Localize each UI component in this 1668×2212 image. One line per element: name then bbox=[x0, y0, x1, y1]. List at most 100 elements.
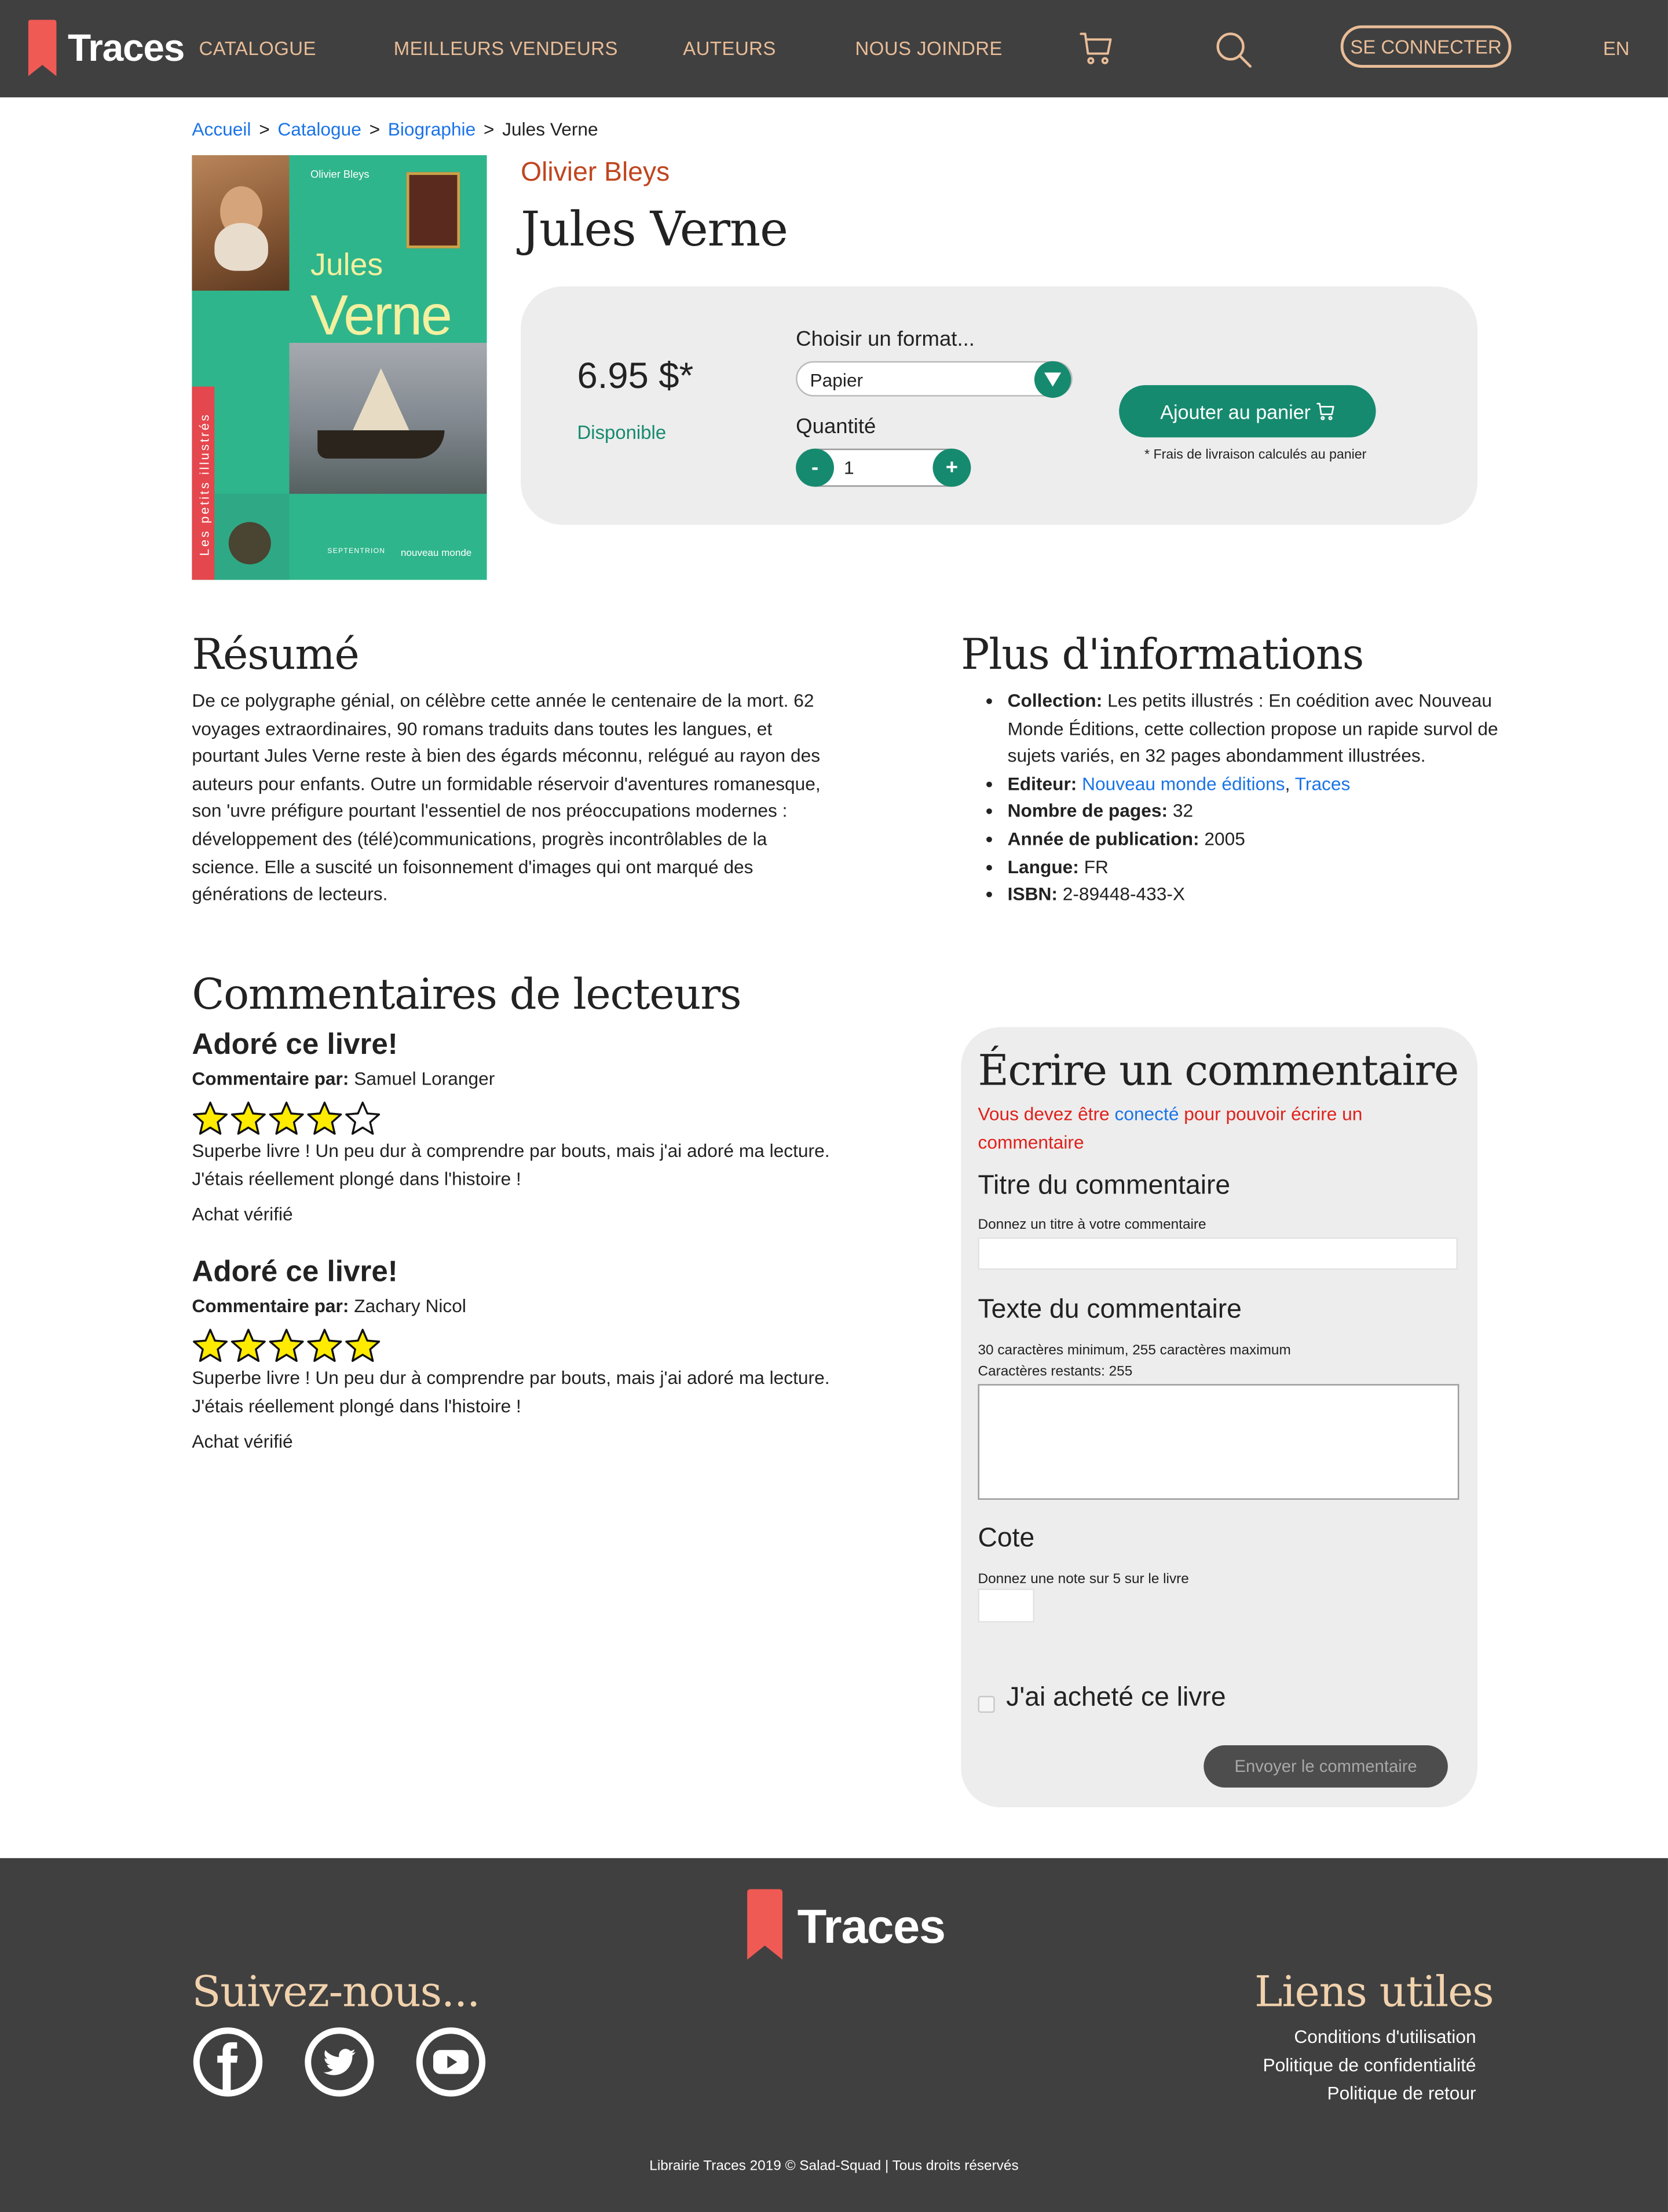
price: 6.95 $* bbox=[577, 354, 694, 397]
star-filled-icon bbox=[269, 1101, 304, 1135]
breadcrumb-separator: > bbox=[483, 118, 495, 140]
footer-link-privacy[interactable]: Politique de confidentialité bbox=[1263, 2054, 1476, 2076]
review-item: Adoré ce livre! Commentaire par: Samuel … bbox=[192, 1028, 841, 1225]
copyright: Librairie Traces 2019 © Salad-Squad | To… bbox=[649, 2158, 1019, 2174]
info-year: Année de publication: 2005 bbox=[1008, 825, 1530, 853]
book-title: Jules Verne bbox=[521, 202, 788, 258]
review-author: Samuel Loranger bbox=[354, 1068, 495, 1089]
review-author: Zachary Nicol bbox=[354, 1295, 466, 1317]
resume-heading: Résumé bbox=[192, 631, 359, 680]
search-icon[interactable] bbox=[1215, 31, 1252, 75]
add-to-cart-label: Ajouter au panier bbox=[1160, 400, 1311, 423]
cover-publisher-nouveau-monde: nouveau monde bbox=[400, 548, 472, 559]
quantity-label: Quantité bbox=[796, 415, 876, 439]
breadcrumb-biography[interactable]: Biographie bbox=[388, 119, 475, 140]
language-switch[interactable]: EN bbox=[1603, 38, 1630, 60]
comment-text-limits: 30 caractères minimum, 255 caractères ma… bbox=[978, 1343, 1291, 1359]
facebook-icon[interactable] bbox=[193, 2027, 263, 2097]
logo-wordmark: Traces bbox=[67, 26, 185, 69]
info-collection-label: Collection: bbox=[1007, 690, 1103, 711]
verified-purchase: Achat vérifié bbox=[192, 1203, 293, 1225]
cover-book-thumbnail bbox=[406, 172, 460, 248]
comment-title-label: Titre du commentaire bbox=[978, 1171, 1231, 1201]
book-author[interactable]: Olivier Bleys bbox=[521, 158, 670, 189]
purchased-checkbox-label[interactable]: J'ai acheté ce livre bbox=[1006, 1683, 1226, 1715]
nav-authors[interactable]: AUTEURS bbox=[683, 38, 776, 60]
cover-publisher-septentrion: SEPTENTRION bbox=[327, 547, 386, 556]
purchased-checkbox[interactable] bbox=[978, 1695, 995, 1713]
cover-title-line2: Verne bbox=[310, 285, 452, 347]
cover-ship-illustration bbox=[289, 343, 487, 494]
star-filled-icon bbox=[307, 1328, 342, 1362]
comment-title-hint: Donnez un titre à votre commentaire bbox=[978, 1217, 1206, 1233]
rating-input[interactable] bbox=[978, 1588, 1034, 1623]
traces-logo[interactable]: Traces bbox=[28, 20, 185, 76]
login-link[interactable]: conecté bbox=[1114, 1103, 1179, 1125]
star-filled-icon bbox=[193, 1328, 228, 1362]
star-filled-icon bbox=[307, 1101, 342, 1135]
login-required-warning: Vous devez être conecté pour pouvoir écr… bbox=[978, 1100, 1401, 1156]
chevron-down-icon[interactable] bbox=[1034, 361, 1071, 398]
quantity-decrease-button[interactable]: - bbox=[796, 448, 834, 487]
footer-logo[interactable]: Traces bbox=[747, 1888, 946, 1962]
star-filled-icon bbox=[231, 1328, 266, 1362]
cover-title-line1: Jules bbox=[310, 247, 383, 283]
quantity-stepper[interactable]: - 1 + bbox=[796, 448, 971, 487]
star-empty-icon bbox=[345, 1101, 381, 1135]
breadcrumb-catalogue[interactable]: Catalogue bbox=[277, 119, 361, 140]
add-to-cart-button[interactable]: Ajouter au panier bbox=[1119, 385, 1376, 438]
cart-icon[interactable] bbox=[1080, 31, 1113, 72]
cover-collection-strip: Les petits illustrés bbox=[192, 386, 215, 580]
breadcrumb-home[interactable]: Accueil bbox=[192, 119, 251, 140]
info-editor: Editeur: Nouveau monde éditions, Traces bbox=[1008, 770, 1530, 798]
twitter-icon[interactable] bbox=[305, 2027, 374, 2097]
quantity-input[interactable]: 1 bbox=[844, 457, 854, 478]
comment-title-input[interactable] bbox=[978, 1237, 1458, 1270]
follow-heading: Suivez-nous... bbox=[192, 1968, 480, 2018]
breadcrumb-separator: > bbox=[259, 118, 270, 140]
review-text: Superbe livre ! Un peu dur à comprendre … bbox=[192, 1367, 830, 1416]
review-item: Adoré ce livre! Commentaire par: Zachary… bbox=[192, 1255, 841, 1452]
cover-portrait bbox=[192, 155, 290, 291]
nav-contact[interactable]: NOUS JOINDRE bbox=[855, 38, 1003, 60]
star-filled-icon bbox=[231, 1101, 266, 1135]
info-language-label: Langue: bbox=[1007, 855, 1079, 877]
book-cover: Olivier Bleys Jules Verne Les petits ill… bbox=[192, 155, 487, 580]
footer: Traces Suivez-nous... Liens utiles Condi… bbox=[0, 1858, 1668, 2212]
bookmark-logo-icon bbox=[28, 20, 57, 76]
submit-comment-button[interactable]: Envoyer le commentaire bbox=[1204, 1745, 1448, 1788]
star-rating bbox=[192, 1100, 841, 1137]
footer-link-returns[interactable]: Politique de retour bbox=[1327, 2082, 1476, 2104]
nav-best-sellers[interactable]: MEILLEURS VENDEURS bbox=[394, 38, 618, 60]
footer-logo-wordmark: Traces bbox=[797, 1899, 946, 1954]
quantity-increase-button[interactable]: + bbox=[932, 448, 971, 487]
info-list: Collection: Les petits illustrés : En co… bbox=[961, 687, 1530, 909]
info-editor-link-nouveau-monde[interactable]: Nouveau monde éditions bbox=[1082, 773, 1285, 794]
breadcrumb: Accueil > Catalogue > Biographie > Jules… bbox=[192, 119, 598, 140]
shipping-note: * Frais de livraison calculés au panier bbox=[1144, 447, 1367, 463]
format-value: Papier bbox=[810, 369, 864, 391]
top-navigation-bar: Traces CATALOGUE MEILLEURS VENDEURS AUTE… bbox=[0, 0, 1668, 98]
review-by-label: Commentaire par: bbox=[192, 1068, 349, 1089]
info-collection: Collection: Les petits illustrés : En co… bbox=[1008, 687, 1530, 770]
format-select[interactable]: Papier bbox=[796, 361, 1073, 398]
login-button[interactable]: SE CONNECTER bbox=[1340, 25, 1512, 68]
info-pages: Nombre de pages: 32 bbox=[1008, 798, 1530, 826]
youtube-icon[interactable] bbox=[416, 2027, 486, 2097]
cart-icon bbox=[1316, 402, 1334, 420]
info-editor-link-traces[interactable]: Traces bbox=[1295, 773, 1351, 794]
comment-form-heading: Écrire un commentaire bbox=[978, 1046, 1459, 1097]
comment-text-remaining: Caractères restants: 255 bbox=[978, 1364, 1133, 1380]
info-pages-label: Nombre de pages: bbox=[1007, 800, 1168, 822]
rating-hint: Donnez une note sur 5 sur le livre bbox=[978, 1572, 1189, 1588]
info-heading: Plus d'informations bbox=[961, 631, 1364, 680]
comment-text-textarea[interactable] bbox=[978, 1384, 1460, 1500]
purchase-panel: 6.95 $* Disponible Choisir un format... … bbox=[521, 286, 1478, 525]
info-isbn-value: 2-89448-433-X bbox=[1062, 883, 1186, 905]
nav-catalogue[interactable]: CATALOGUE bbox=[199, 38, 316, 60]
info-year-value: 2005 bbox=[1204, 828, 1245, 849]
footer-link-terms[interactable]: Conditions d'utilisation bbox=[1294, 2026, 1476, 2048]
review-title: Adoré ce livre! bbox=[192, 1255, 398, 1288]
info-isbn: ISBN: 2-89448-433-X bbox=[1008, 881, 1530, 909]
info-isbn-label: ISBN: bbox=[1007, 883, 1058, 905]
